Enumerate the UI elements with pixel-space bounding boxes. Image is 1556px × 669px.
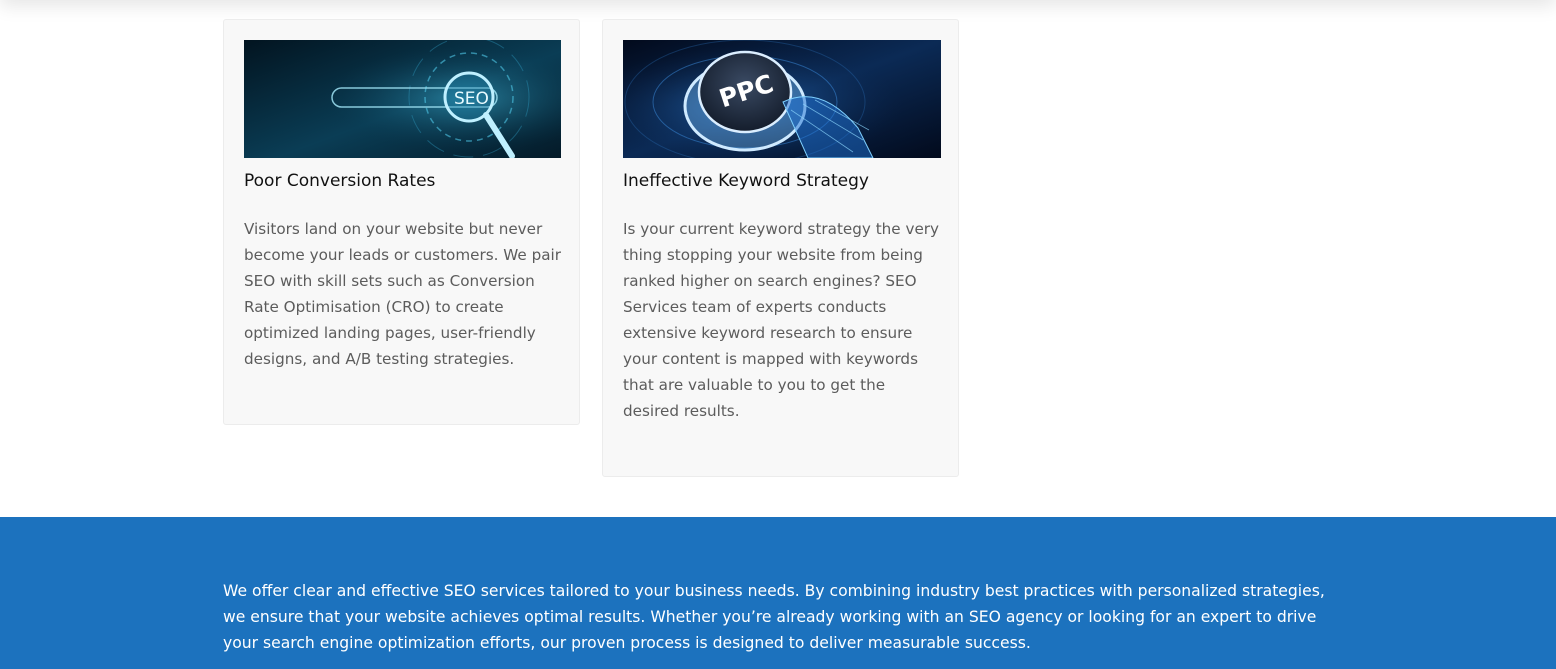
intro-band: We offer clear and effective SEO service… <box>0 517 1556 669</box>
card-description: Is your current keyword strategy the ver… <box>623 220 940 420</box>
ppc-button-image: PPC <box>623 40 941 158</box>
card-description: Visitors land on your website but never … <box>244 220 561 368</box>
problem-cards: SEO Poor Conversion Rates Visitors land … <box>223 19 1333 499</box>
card-title: Ineffective Keyword Strategy <box>623 171 869 191</box>
seo-image-label: SEO <box>454 89 489 109</box>
intro-paragraph: We offer clear and effective SEO service… <box>223 582 1325 652</box>
card-ineffective-keyword-strategy: PPC Ineffective Keyword Strategy Is your… <box>602 19 959 477</box>
card-title: Poor Conversion Rates <box>244 171 436 191</box>
card-poor-conversion-rates: SEO Poor Conversion Rates Visitors land … <box>223 19 580 425</box>
seo-search-image: SEO <box>244 40 561 158</box>
